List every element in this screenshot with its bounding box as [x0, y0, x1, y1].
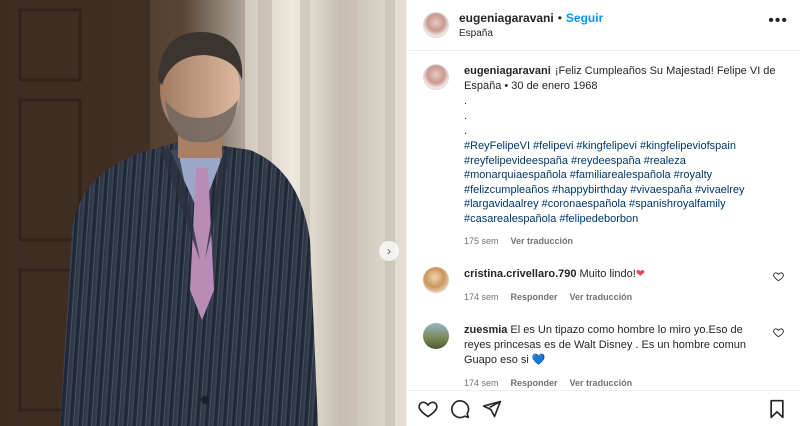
comment-body: zuesmia El es Un tipazo como hombre lo mi…	[464, 323, 784, 390]
caption-meta: 175 sem Ver traducción	[464, 234, 784, 249]
commenter-avatar[interactable]	[423, 323, 449, 349]
commenter-username[interactable]: zuesmia	[464, 324, 507, 336]
caption-dot-3: .	[464, 125, 468, 137]
portrait-illustration	[0, 0, 406, 426]
caption-time[interactable]: 175 sem	[464, 234, 499, 249]
author-username[interactable]: eugeniagaravani	[459, 11, 554, 25]
commenter-username[interactable]: cristina.crivellaro.790	[464, 268, 577, 280]
header-text: eugeniagaravani • Seguir España	[459, 11, 768, 39]
comment-body: cristina.crivellaro.790 Muito lindo!❤ 174…	[464, 267, 784, 305]
caption: eugeniagaravani ¡Feliz Cumpleaños Su Maje…	[423, 64, 784, 249]
comment-meta: 174 sem Responder Ver traducción	[464, 290, 762, 305]
hashtag-link[interactable]: #ReyFelipeVI	[464, 140, 530, 152]
comment-like-heart-icon[interactable]	[773, 327, 784, 341]
comment-translate-link[interactable]: Ver traducción	[570, 376, 633, 390]
comment-translate-link[interactable]: Ver traducción	[570, 290, 633, 305]
comment-like-heart-icon[interactable]	[773, 271, 784, 285]
hashtag-list: #ReyFelipeVI #felipevi #kingfelipevi #kingf…	[464, 139, 784, 226]
comment-icon[interactable]	[449, 398, 471, 420]
caption-avatar[interactable]	[423, 64, 449, 90]
author-avatar[interactable]	[423, 12, 449, 38]
location-link[interactable]: España	[459, 28, 768, 39]
caption-text-block: eugeniagaravani ¡Feliz Cumpleaños Su Maje…	[464, 64, 784, 94]
hashtag-link[interactable]: #kingfelipeviofspain	[640, 140, 736, 152]
hashtag-link[interactable]: #casarealespañola	[464, 213, 556, 225]
comment-text-block: cristina.crivellaro.790 Muito lindo!❤	[464, 267, 762, 282]
hashtag-link[interactable]: #felipevi	[533, 140, 573, 152]
hashtag-link[interactable]: #reydeespaña	[571, 155, 641, 167]
header-row: eugeniagaravani • Seguir	[459, 11, 768, 25]
hashtag-link[interactable]: #largavidaalrey	[464, 198, 539, 210]
hashtag-link[interactable]: #vivaelrey	[695, 184, 745, 196]
hashtag-link[interactable]: #royalty	[674, 169, 713, 181]
post-side-panel: eugeniagaravani • Seguir España ••• euge…	[406, 0, 800, 426]
comment-time[interactable]: 174 sem	[464, 290, 499, 305]
chevron-right-icon: ›	[387, 244, 391, 258]
post-action-bar	[407, 390, 800, 426]
comment-text: Muito lindo!	[579, 268, 636, 280]
post-modal: › eugeniagaravani • Seguir España ••• eu…	[0, 0, 800, 426]
blue-heart-emoji: 💙	[531, 354, 546, 366]
hashtag-link[interactable]: #reyfelipevideespaña	[464, 155, 568, 167]
post-header: eugeniagaravani • Seguir España •••	[407, 0, 800, 51]
caption-username[interactable]: eugeniagaravani	[464, 65, 551, 77]
follow-button[interactable]: Seguir	[566, 11, 603, 25]
comment-meta: 174 sem Responder Ver traducción	[464, 376, 762, 390]
separator-dot: •	[557, 11, 562, 25]
comment-text-block: zuesmia El es Un tipazo como hombre lo mi…	[464, 323, 762, 368]
share-icon[interactable]	[481, 398, 503, 420]
hashtag-link[interactable]: #kingfelipevi	[576, 140, 637, 152]
comment-item: cristina.crivellaro.790 Muito lindo!❤ 174…	[423, 267, 784, 305]
hashtag-link[interactable]: #felizcumpleaños	[464, 184, 549, 196]
comment-time[interactable]: 174 sem	[464, 376, 499, 390]
hashtag-link[interactable]: #happybirthday	[552, 184, 627, 196]
red-heart-emoji: ❤	[635, 268, 645, 280]
commenter-avatar[interactable]	[423, 267, 449, 293]
reply-button[interactable]: Responder	[511, 376, 558, 390]
post-photo: ›	[0, 0, 406, 426]
bookmark-icon[interactable]	[766, 398, 788, 420]
caption-translate-link[interactable]: Ver traducción	[511, 234, 574, 249]
comments-scroll-area[interactable]: eugeniagaravani ¡Feliz Cumpleaños Su Maje…	[407, 52, 800, 390]
carousel-next-button[interactable]: ›	[379, 241, 399, 261]
hashtag-link[interactable]: #monarquiaespañola	[464, 169, 567, 181]
caption-dot-2: .	[464, 110, 468, 122]
hashtag-link[interactable]: #felipedeborbon	[559, 213, 638, 225]
hashtag-link[interactable]: #coronaespañola	[542, 198, 626, 210]
caption-dot-1: .	[464, 95, 468, 107]
heart-icon[interactable]	[417, 398, 439, 420]
comment-item: zuesmia El es Un tipazo como hombre lo mi…	[423, 323, 784, 390]
hashtag-link[interactable]: #vivaespaña	[630, 184, 692, 196]
more-options-icon[interactable]: •••	[768, 12, 788, 38]
hashtag-link[interactable]: #realeza	[644, 155, 686, 167]
reply-button[interactable]: Responder	[511, 290, 558, 305]
hashtag-link[interactable]: #familiarealespañola	[570, 169, 671, 181]
caption-body: eugeniagaravani ¡Feliz Cumpleaños Su Maje…	[464, 64, 784, 249]
hashtag-link[interactable]: #spanishroyalfamily	[629, 198, 726, 210]
